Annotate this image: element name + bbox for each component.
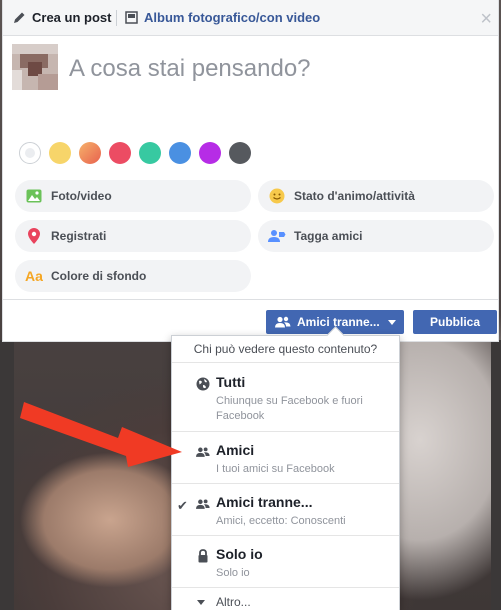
feeling-activity-label: Stato d'animo/attività <box>294 189 415 203</box>
font-aa-icon: Aa <box>25 268 43 284</box>
color-swatch-orange[interactable] <box>79 142 101 164</box>
privacy-option-title: Solo io <box>216 546 263 562</box>
pencil-icon <box>14 12 25 23</box>
photo-icon <box>25 187 43 205</box>
privacy-option-subtitle: I tuoi amici su Facebook <box>216 463 335 475</box>
location-pin-icon <box>25 227 43 245</box>
post-text-input[interactable]: A cosa stai pensando? <box>69 55 311 83</box>
background-color-button[interactable]: Aa Colore di sfondo <box>15 260 251 292</box>
privacy-option-subtitle: Amici, eccetto: Conoscenti <box>216 515 346 527</box>
color-swatch-yellow[interactable] <box>49 142 71 164</box>
globe-icon <box>196 377 210 391</box>
lock-icon <box>198 549 208 563</box>
tag-friends-button[interactable]: Tagga amici <box>258 220 494 252</box>
chevron-down-icon <box>387 319 396 325</box>
tab-create-post-label: Crea un post <box>32 10 112 25</box>
photo-video-label: Foto/video <box>51 189 112 203</box>
privacy-option-friends[interactable]: Amici I tuoi amici su Facebook <box>172 442 399 482</box>
composer-divider <box>3 299 498 300</box>
color-swatch-white[interactable] <box>19 142 41 164</box>
color-swatch-dark[interactable] <box>229 142 251 164</box>
privacy-option-subtitle: Solo io <box>216 567 250 579</box>
avatar <box>12 44 58 90</box>
checkin-label: Registrati <box>51 229 107 243</box>
color-swatch-teal[interactable] <box>139 142 161 164</box>
menu-separator <box>172 535 399 536</box>
background-edge-right <box>491 340 501 610</box>
friends-icon <box>196 447 210 457</box>
photo-video-button[interactable]: Foto/video <box>15 180 251 212</box>
background-edge-left <box>0 340 14 610</box>
tab-photo-album-label: Album fotografico/con video <box>144 10 321 25</box>
tag-friends-label: Tagga amici <box>294 229 363 243</box>
feeling-activity-button[interactable]: Stato d'animo/attività <box>258 180 494 212</box>
tab-separator <box>116 10 117 26</box>
publish-button[interactable]: Pubblica <box>413 310 497 334</box>
menu-separator <box>172 587 399 588</box>
chevron-down-icon <box>197 600 205 605</box>
album-icon <box>125 11 138 24</box>
color-swatch-blue[interactable] <box>169 142 191 164</box>
friends-icon <box>196 499 210 509</box>
privacy-selector-label: Amici tranne... <box>297 315 380 329</box>
menu-separator <box>172 483 399 484</box>
color-swatch-red[interactable] <box>109 142 131 164</box>
tab-photo-album[interactable]: Album fotografico/con video <box>125 10 320 25</box>
privacy-menu: Chi può vedere questo contenuto? Tutti C… <box>171 335 400 610</box>
menu-separator <box>172 362 399 363</box>
privacy-option-only-me[interactable]: Solo io Solo io <box>172 546 399 586</box>
composer-topbar: Crea un post Album fotografico/con video… <box>3 0 498 36</box>
privacy-menu-header: Chi può vedere questo contenuto? <box>193 342 378 356</box>
checkmark-icon: ✔ <box>177 498 188 513</box>
privacy-option-subtitle: Chiunque su Facebook e fuori Facebook <box>216 395 363 422</box>
privacy-option-friends-except[interactable]: ✔ Amici tranne... Amici, eccetto: Conosc… <box>172 494 399 534</box>
more-options-link[interactable]: Altro... <box>216 595 251 609</box>
background-color-label: Colore di sfondo <box>51 269 147 283</box>
friends-icon <box>275 316 291 328</box>
post-composer: Crea un post Album fotografico/con video… <box>2 0 499 342</box>
close-icon[interactable]: × <box>480 8 492 31</box>
tab-create-post[interactable]: Crea un post <box>13 10 111 25</box>
menu-separator <box>172 431 399 432</box>
background-color-picker <box>19 142 251 164</box>
privacy-option-title: Amici <box>216 442 255 458</box>
privacy-option-public[interactable]: Tutti Chiunque su Facebook e fuori Faceb… <box>172 374 399 430</box>
privacy-option-title: Tutti <box>216 374 246 390</box>
tag-friends-icon <box>268 227 286 245</box>
checkin-button[interactable]: Registrati <box>15 220 251 252</box>
color-swatch-purple[interactable] <box>199 142 221 164</box>
smiley-icon <box>268 187 286 205</box>
privacy-option-title: Amici tranne... <box>216 494 313 510</box>
